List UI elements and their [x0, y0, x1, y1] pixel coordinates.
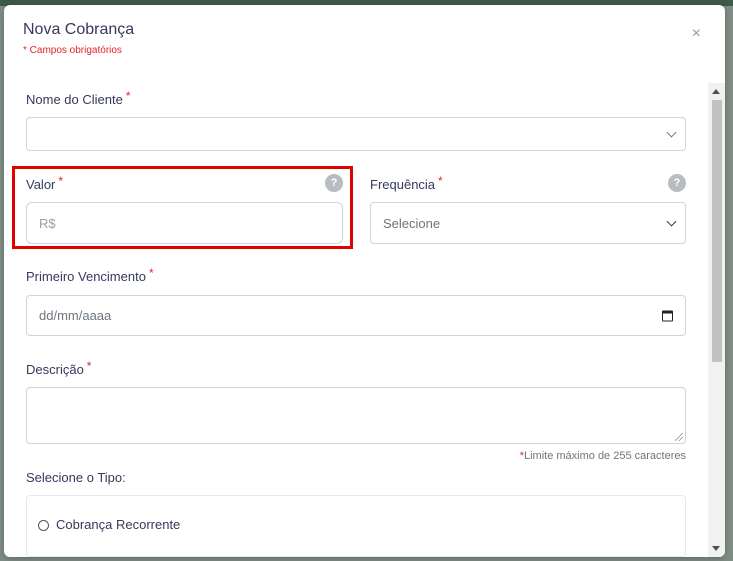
required-star: *: [86, 359, 92, 373]
chevron-down-icon: [666, 127, 677, 138]
required-star: *: [438, 174, 443, 188]
required-fields-note: * Campos obrigatórios: [23, 45, 122, 56]
frequencia-select[interactable]: Selecione: [370, 202, 686, 244]
resize-handle[interactable]: [675, 433, 683, 441]
client-select[interactable]: [26, 117, 686, 151]
new-charge-modal: Nova Cobrança * Campos obrigatórios × No…: [4, 5, 725, 557]
frequencia-label: Frequência *: [370, 174, 443, 192]
client-label-text: Nome do Cliente: [26, 92, 123, 107]
scroll-up-arrow-icon[interactable]: [712, 89, 720, 94]
calendar-icon[interactable]: [662, 310, 673, 321]
limit-note-text: Limite máximo de 255 caracteres: [523, 450, 686, 462]
form-area: Nome do Cliente * Valor * ? R$ Frequência *…: [4, 83, 708, 557]
descricao-label: Descrição *: [26, 359, 92, 377]
modal-title: Nova Cobrança: [23, 21, 135, 38]
required-star: *: [125, 89, 131, 103]
vencimento-label: Primeiro Vencimento *: [26, 266, 154, 284]
vencimento-label-text: Primeiro Vencimento: [26, 269, 146, 284]
form-scrollbar[interactable]: [708, 83, 725, 557]
recurring-radio[interactable]: [38, 520, 49, 531]
close-button[interactable]: ×: [692, 25, 701, 43]
vencimento-placeholder: dd/mm/aaaa: [39, 308, 112, 323]
scroll-down-arrow-icon[interactable]: [712, 546, 720, 551]
client-label: Nome do Cliente *: [26, 89, 131, 107]
vencimento-date-input[interactable]: dd/mm/aaaa: [26, 295, 686, 336]
highlight-box: [12, 166, 353, 249]
frequencia-selected: Selecione: [383, 215, 441, 231]
descricao-label-text: Descrição: [26, 362, 84, 377]
frequencia-help-icon[interactable]: ?: [668, 174, 686, 192]
required-star: *: [148, 266, 154, 280]
scroll-thumb[interactable]: [712, 100, 722, 362]
descricao-textarea[interactable]: [26, 387, 686, 444]
recurring-radio-label[interactable]: Cobrança Recorrente: [56, 517, 180, 532]
tipo-label: Selecione o Tipo:: [26, 470, 126, 485]
type-options-card: Cobrança Recorrente: [26, 495, 686, 557]
description-limit-note: *Limite máximo de 255 caracteres: [520, 450, 686, 462]
chevron-down-icon: [666, 216, 677, 227]
frequencia-label-text: Frequência: [370, 177, 436, 192]
